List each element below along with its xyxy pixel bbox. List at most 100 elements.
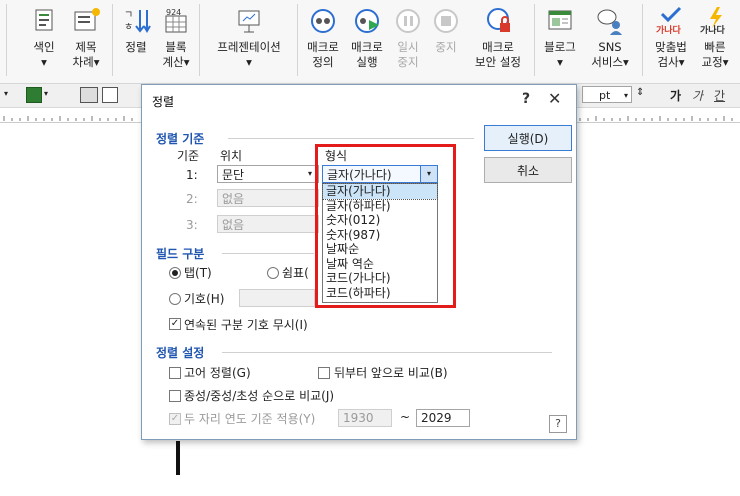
spin-icon[interactable]: ⇕: [636, 87, 644, 98]
ribbon-label: SNS 서비스▾: [591, 40, 629, 69]
ribbon-label: 블로그 ▾: [544, 40, 576, 69]
criteria-section-title: 정렬 기준: [156, 132, 205, 146]
ignore-consecutive-checkbox[interactable]: ✓: [169, 318, 181, 330]
dropdown-arrow-icon[interactable]: ▾: [4, 89, 8, 98]
unit-select[interactable]: pt ▾: [582, 86, 632, 103]
run-button[interactable]: 실행(D): [484, 125, 572, 151]
index-button[interactable]: 색인 ▾: [22, 2, 66, 80]
sns-button[interactable]: SNS 서비스▾: [584, 2, 636, 80]
quick-correct-button[interactable]: 가나다 빠른 교정▾: [694, 2, 736, 80]
ribbon-label: 일시 중지: [397, 40, 419, 69]
macro-stop-button[interactable]: 중지: [428, 2, 464, 80]
jamo-compare-label: 종성/중성/초성 순으로 비교(J): [184, 389, 335, 403]
svg-text:924: 924: [166, 8, 181, 17]
toc-icon: [71, 6, 101, 36]
field-section-title: 필드 구분: [156, 247, 205, 261]
criteria-column-header: 기준: [177, 149, 200, 163]
unit-value: pt: [599, 89, 611, 102]
blog-icon: [545, 6, 575, 36]
dropdown-arrow-icon: ▾: [623, 91, 628, 100]
symbol-input[interactable]: [239, 289, 315, 307]
two-digit-year-checkbox[interactable]: ✓: [169, 413, 181, 425]
sns-icon: [595, 6, 625, 36]
bold-button[interactable]: 가: [670, 87, 681, 104]
row-number: 3:: [186, 218, 198, 232]
position-select-3[interactable]: 없음: [217, 215, 319, 233]
block-calc-button[interactable]: 924 블록 계산▾: [156, 2, 196, 80]
position-select-2[interactable]: 없음: [217, 189, 319, 207]
position-value: 없음: [222, 192, 245, 206]
position-value: 없음: [222, 218, 245, 232]
ribbon-label: 블록 계산▾: [162, 40, 190, 69]
position-column-header: 위치: [220, 149, 243, 163]
svg-text:ㄱ: ㄱ: [124, 10, 133, 21]
unique-sort-checkbox[interactable]: [169, 367, 181, 379]
year-range-tilde: ~: [400, 410, 411, 424]
ribbon-label: 프레젠테이션 ▾: [217, 40, 281, 69]
ribbon-label: 색인 ▾: [33, 40, 55, 69]
macro-run-icon: [352, 6, 382, 36]
ribbon-label: 정렬: [125, 40, 147, 54]
ignore-consecutive-label: 연속된 구분 기호 무시(I): [184, 318, 308, 332]
block-calc-icon: 924: [161, 6, 191, 36]
ribbon-label: 제목 차례▾: [72, 40, 100, 69]
cancel-button[interactable]: 취소: [484, 157, 572, 183]
pause-icon: [393, 6, 423, 36]
save-icon[interactable]: [26, 87, 42, 103]
row-number: 2:: [186, 192, 198, 206]
presentation-icon: [234, 6, 264, 36]
ribbon-separator: [112, 4, 113, 76]
help-icon[interactable]: ?: [522, 91, 530, 107]
section-divider: [222, 253, 314, 254]
year-from-value: 1930: [343, 411, 374, 425]
macro-pause-button[interactable]: 일시 중지: [390, 2, 426, 80]
comma-radio[interactable]: [267, 267, 279, 279]
symbol-radio[interactable]: [169, 293, 181, 305]
spellcheck-button[interactable]: 가나다 맞춤법 검사▾: [648, 2, 694, 80]
svg-text:가나다: 가나다: [700, 24, 726, 36]
highlight-box: [315, 144, 456, 308]
question-icon[interactable]: ?: [549, 415, 567, 433]
macro-security-button[interactable]: 매크로 보안 설정: [466, 2, 530, 80]
settings-section-title: 정렬 설정: [156, 346, 205, 360]
ribbon-separator: [199, 4, 200, 76]
row-number: 1:: [186, 168, 198, 182]
preview-icon[interactable]: [102, 87, 118, 103]
dialog-titlebar: 정렬 ? ✕: [142, 85, 576, 115]
svg-text:가나다: 가나다: [656, 24, 682, 36]
ribbon-label: 매크로 정의: [307, 40, 339, 69]
italic-button[interactable]: 가: [692, 87, 703, 104]
two-digit-year-label: 두 자리 연도 기준 적용(Y): [184, 412, 316, 426]
unique-sort-label: 고어 정렬(G): [184, 366, 251, 380]
macro-define-button[interactable]: 매크로 정의: [302, 2, 344, 80]
lightning-icon: 가나다: [700, 6, 730, 36]
position-select-1[interactable]: 문단 ▾: [217, 165, 319, 183]
ribbon-label: 매크로 보안 설정: [475, 40, 521, 69]
year-to-input[interactable]: 2029: [416, 409, 470, 427]
close-icon[interactable]: ✕: [548, 89, 561, 108]
toc-button[interactable]: 제목 차례▾: [64, 2, 108, 80]
section-divider: [228, 138, 474, 139]
year-from-input[interactable]: 1930: [338, 409, 392, 427]
svg-text:ㅎ: ㅎ: [124, 22, 133, 33]
symbol-radio-label: 기호(H): [184, 292, 225, 306]
jamo-compare-checkbox[interactable]: [169, 390, 181, 402]
ribbon: 색인 ▾ 제목 차례▾ ㄱㅎ 정렬 924 블록 계산▾ 프레젠테이션 ▾ 매크…: [0, 0, 740, 84]
sort-button[interactable]: ㄱㅎ 정렬: [118, 2, 154, 80]
presentation-button[interactable]: 프레젠테이션 ▾: [206, 2, 292, 80]
macro-lock-icon: [483, 6, 513, 36]
dropdown-arrow-icon[interactable]: ▾: [44, 89, 48, 98]
dialog-title: 정렬: [152, 95, 175, 109]
reverse-compare-checkbox[interactable]: [318, 367, 330, 379]
section-divider: [222, 352, 552, 353]
stop-icon: [431, 6, 461, 36]
tab-radio[interactable]: [169, 267, 181, 279]
sort-icon: ㄱㅎ: [121, 6, 151, 36]
print-icon[interactable]: [80, 87, 98, 103]
macro-run-button[interactable]: 매크로 실행: [346, 2, 388, 80]
underline-button[interactable]: 간: [714, 87, 725, 104]
ribbon-separator: [297, 4, 298, 76]
ribbon-separator: [642, 4, 643, 76]
blog-button[interactable]: 블로그 ▾: [538, 2, 582, 80]
ribbon-label: 중지: [435, 40, 457, 54]
